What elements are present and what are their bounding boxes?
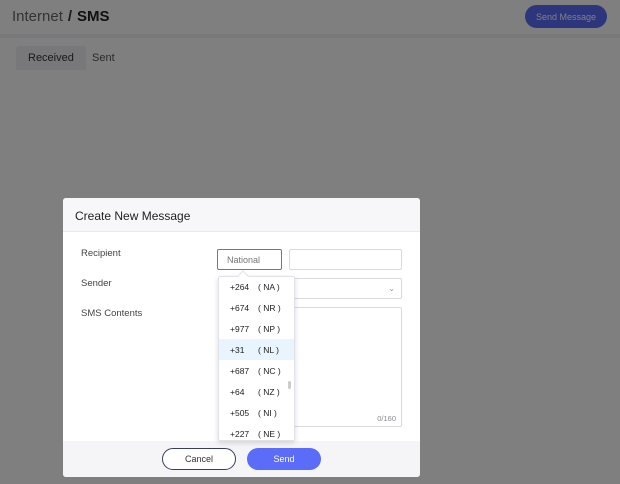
dropdown-item[interactable]: +64 ( NZ ) <box>219 381 294 402</box>
country-code: +977 <box>230 323 250 334</box>
dialog-header: Create New Message <box>63 198 420 232</box>
dropdown-item[interactable]: +227 ( NE ) <box>219 423 294 444</box>
cancel-button[interactable]: Cancel <box>162 448 236 470</box>
country-abbreviation: ( NE ) <box>258 428 281 439</box>
country-abbreviation: ( NR ) <box>258 302 281 313</box>
country-code: +505 <box>230 407 250 418</box>
country-code-dropdown: +264( NA ) +674( NR ) +977( NP ) +31( NL ) +… <box>218 270 295 444</box>
sender-select[interactable]: ⌄ <box>289 278 402 299</box>
country-abbreviation: ( NA ) <box>258 281 280 292</box>
national-code-input[interactable] <box>217 249 282 270</box>
dropdown-list: +264( NA ) +674( NR ) +977( NP ) +31( NL ) +… <box>219 276 294 444</box>
country-abbreviation: ( NZ ) <box>258 386 280 397</box>
dialog-footer: Cancel Send <box>63 441 420 477</box>
country-abbreviation: ( NP ) <box>258 323 281 334</box>
dropdown-item[interactable]: +31 ( NL ) <box>219 339 294 360</box>
dropdown-item[interactable]: +977 ( NP ) <box>219 318 294 339</box>
country-code: +227 <box>230 428 250 439</box>
country-code: +674 <box>230 302 250 313</box>
dropdown-item[interactable]: +687 ( NC ) <box>219 360 294 381</box>
dropdown-item[interactable]: +505 ( NI ) <box>219 402 294 423</box>
send-button[interactable]: Send <box>247 448 321 470</box>
sms-contents-textarea[interactable]: 0/160 <box>289 307 402 427</box>
country-code: +264 <box>230 281 250 292</box>
recipient-label: Recipient <box>81 248 121 259</box>
sms-contents-label: SMS Contents <box>81 308 143 319</box>
char-counter: 0/160 <box>377 414 396 423</box>
dropdown-item[interactable]: +264 ( NA ) <box>219 276 294 297</box>
dialog-title: Create New Message <box>75 209 191 223</box>
country-abbreviation: ( NC ) <box>258 365 281 376</box>
sender-label: Sender <box>81 278 112 289</box>
recipient-number-input[interactable] <box>289 249 402 270</box>
country-code: +64 <box>230 386 245 397</box>
chevron-down-icon: ⌄ <box>388 284 395 293</box>
country-code: +31 <box>230 344 245 355</box>
country-abbreviation: ( NL ) <box>258 344 279 355</box>
dropdown-scrollbar[interactable] <box>288 381 291 389</box>
dropdown-item[interactable]: +674 ( NR ) <box>219 297 294 318</box>
country-abbreviation: ( NI ) <box>258 407 277 418</box>
country-code: +687 <box>230 365 250 376</box>
